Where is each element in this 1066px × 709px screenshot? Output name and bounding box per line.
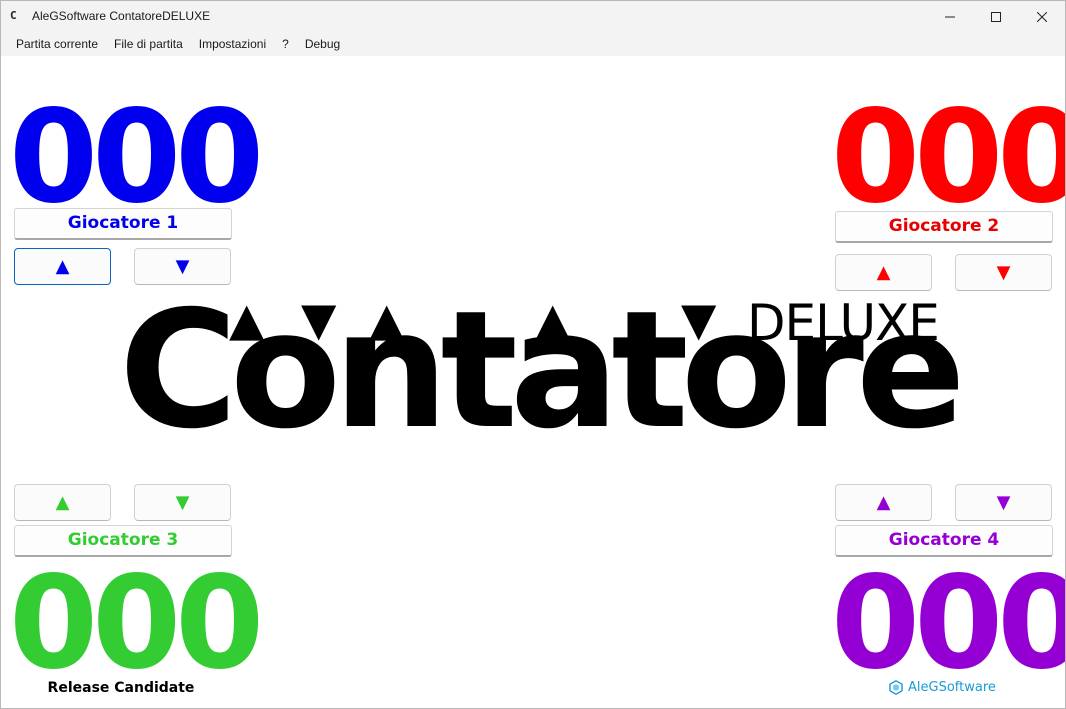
- logo-arrow-up-icon: ▲: [369, 292, 405, 346]
- minimize-icon: [945, 16, 955, 17]
- logo-arrow-down-icon: ▼: [301, 292, 337, 346]
- player3-score: 000: [9, 549, 264, 698]
- maximize-icon: [991, 11, 1001, 22]
- player1-score: 000: [9, 83, 264, 232]
- menu-help[interactable]: ?: [275, 32, 298, 56]
- player3-decrement-button[interactable]: ▼: [134, 484, 231, 521]
- title-bar: C AleGSoftware ContatoreDELUXE: [1, 1, 1065, 32]
- arrow-up-icon: ▲: [876, 491, 891, 513]
- arrow-up-icon: ▲: [55, 255, 70, 277]
- arrow-up-icon: ▲: [55, 491, 70, 513]
- menu-debug[interactable]: Debug: [298, 32, 349, 56]
- arrow-down-icon: ▼: [996, 261, 1011, 283]
- player4-increment-button[interactable]: ▲: [835, 484, 932, 521]
- app-icon: C: [10, 9, 17, 22]
- player4-score: 000: [831, 549, 1066, 698]
- brand-name: AleGSoftware: [908, 680, 996, 695]
- hexagon-logo-icon: [889, 680, 903, 695]
- player2-decrement-button[interactable]: ▼: [955, 254, 1052, 291]
- logo-arrow-up-icon: ▲: [229, 292, 265, 346]
- arrow-down-icon: ▼: [175, 491, 190, 513]
- arrow-down-icon: ▼: [996, 491, 1011, 513]
- arrow-down-icon: ▼: [175, 255, 190, 277]
- player2-name-field[interactable]: Giocatore 2: [835, 211, 1053, 243]
- logo-arrow-down-icon: ▼: [681, 292, 717, 346]
- player3-increment-button[interactable]: ▲: [14, 484, 111, 521]
- player4-decrement-button[interactable]: ▼: [955, 484, 1052, 521]
- player1-increment-button[interactable]: ▲: [14, 248, 111, 285]
- main-area: 000 Giocatore 1 ▲ ▼ 000 Giocatore 2 ▲ ▼ …: [1, 56, 1066, 708]
- menu-partita-corrente[interactable]: Partita corrente: [9, 32, 107, 56]
- player2-score: 000: [831, 83, 1066, 232]
- close-icon: [1037, 11, 1047, 22]
- player1-name-field[interactable]: Giocatore 1: [14, 208, 232, 240]
- window-title: AleGSoftware ContatoreDELUXE: [32, 9, 211, 23]
- menu-bar: Partita corrente File di partita Imposta…: [1, 32, 1065, 56]
- menu-file-di-partita[interactable]: File di partita: [107, 32, 192, 56]
- menu-impostazioni[interactable]: Impostazioni: [192, 32, 275, 56]
- maximize-button[interactable]: [973, 1, 1019, 32]
- close-button[interactable]: [1019, 1, 1065, 32]
- logo-arrow-up-icon: ▲: [535, 292, 571, 346]
- window-controls: [927, 1, 1065, 32]
- brand-link[interactable]: AleGSoftware: [889, 680, 996, 695]
- app-window: C AleGSoftware ContatoreDELUXE Partita c…: [0, 0, 1066, 709]
- minimize-button[interactable]: [927, 1, 973, 32]
- deluxe-logo-text: DELUXE: [747, 294, 940, 352]
- release-label: Release Candidate: [47, 680, 195, 696]
